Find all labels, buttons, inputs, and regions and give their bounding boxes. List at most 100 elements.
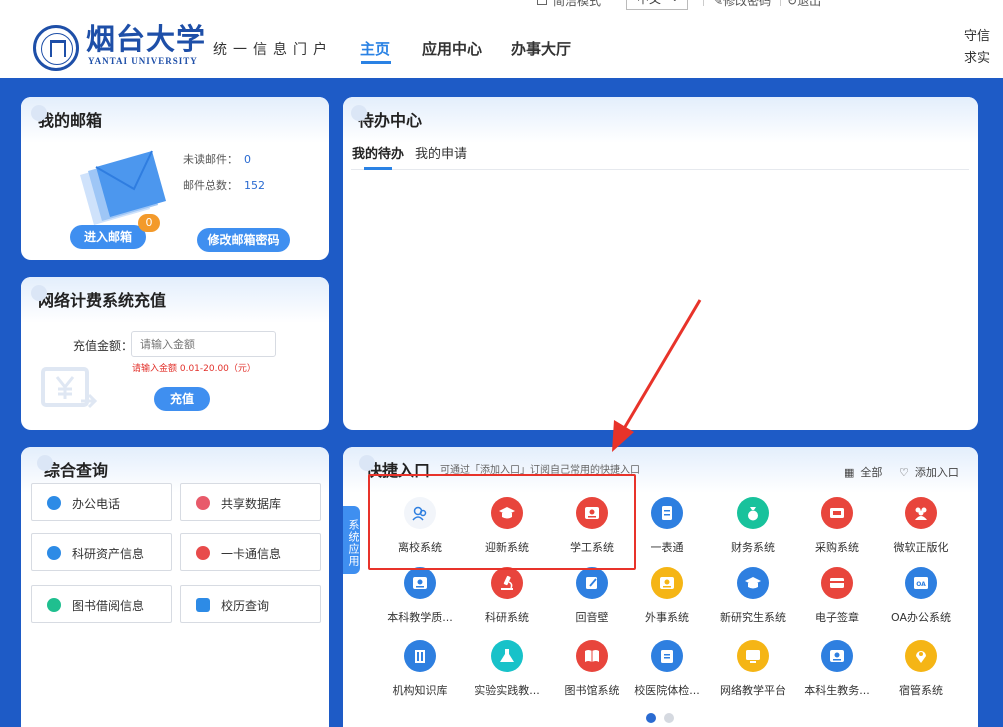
database-icon [196, 496, 210, 510]
all-apps-link[interactable]: ▦ 全部 [844, 464, 882, 480]
query-library-borrowing[interactable]: 图书借阅信息 [31, 585, 172, 623]
recharge-icon [41, 367, 97, 409]
app-label: 本科教学质... [387, 611, 453, 624]
users-icon [905, 497, 937, 529]
total-count: 邮件总数： 152 [183, 179, 265, 192]
logo-english: YANTAI UNIVERSITY [88, 56, 198, 66]
app-label: 实验实践教... [474, 684, 540, 697]
oa-icon: OA [905, 567, 937, 599]
query-campus-card[interactable]: 一卡通信息 [180, 533, 321, 571]
book-icon [47, 598, 61, 612]
app-label: 采购系统 [815, 541, 859, 554]
book-icon [576, 640, 608, 672]
app-label: 外事系统 [645, 611, 689, 624]
university-seal-icon [33, 25, 79, 71]
app-tile[interactable]: 外事系统 [625, 567, 709, 629]
phone-icon [47, 496, 61, 510]
app-label: 图书馆系统 [564, 684, 620, 697]
page-dot-active[interactable] [646, 713, 656, 723]
query-research-assets[interactable]: 科研资产信息 [31, 533, 172, 571]
graduation-cap-icon [737, 567, 769, 599]
recharge-card: 网络计费系统充值 充值金额： 请输入金额 0.01-20.00（元） 充值 [21, 277, 329, 430]
user-icon [47, 546, 61, 560]
query-calendar[interactable]: 校历查询 [180, 585, 321, 623]
money-bag-icon [737, 497, 769, 529]
query-card: 综合查询 办公电话 共享数据库 科研资产信息 一卡通信息 图书借阅信息 校历查询 [21, 447, 329, 727]
app-tile[interactable]: 图书馆系统 [550, 640, 634, 702]
change-password-link[interactable]: ✎修改密码 [713, 0, 771, 8]
edit-icon: ✎ [713, 0, 724, 8]
app-tile[interactable]: 微软正版化 [879, 497, 963, 559]
app-tile[interactable]: 财务系统 [711, 497, 795, 559]
app-tile[interactable]: 新研究生系统 [711, 567, 795, 629]
app-tile[interactable]: 科研系统 [465, 567, 549, 629]
nav-tab-home[interactable]: 主页 [360, 38, 390, 59]
id-card-icon [404, 567, 436, 599]
add-entry-link[interactable]: ♡ 添加入口 [899, 464, 959, 480]
app-tile[interactable]: 电子签章 [795, 567, 879, 629]
tab-my-applications[interactable]: 我的申请 [415, 143, 467, 162]
divider [351, 169, 969, 170]
app-label: OA办公系统 [891, 611, 951, 624]
location-icon [905, 640, 937, 672]
app-label: 微软正版化 [893, 541, 949, 554]
app-tile[interactable]: 回音壁 [550, 567, 634, 629]
page-dot[interactable] [664, 713, 674, 723]
highlight-box [368, 474, 636, 570]
simple-mode-link[interactable]: 简洁模式 [537, 0, 601, 8]
main-content: 我的邮箱 未读邮件： 0 邮件总数： 152 进入邮箱 0 修改邮箱密码 网络计费系… [0, 78, 1003, 727]
app-label: 网络教学平台 [720, 684, 786, 697]
calendar-icon [196, 598, 210, 612]
app-tile[interactable]: 机构知识库 [378, 640, 462, 702]
amount-label: 充值金额： [73, 339, 134, 353]
divider [780, 0, 781, 6]
logout-icon: ↻ [787, 0, 798, 8]
app-tile[interactable]: 本科教学质... [378, 567, 462, 629]
site-header: 烟台大学 YANTAI UNIVERSITY 统一信息门户 主页 应用中心 办事… [0, 10, 1003, 78]
app-tile[interactable]: 一表通 [625, 497, 709, 559]
edit-icon [576, 567, 608, 599]
logout-link[interactable]: ↻退出 [787, 0, 821, 8]
recharge-button[interactable]: 充值 [154, 387, 210, 411]
query-shared-database[interactable]: 共享数据库 [180, 483, 321, 521]
svg-text:OA: OA [916, 581, 926, 588]
app-tile[interactable]: 采购系统 [795, 497, 879, 559]
app-label: 财务系统 [731, 541, 775, 554]
language-select[interactable]: 中文⌄ [626, 0, 688, 10]
monitor-icon [737, 640, 769, 672]
enter-mailbox-button[interactable]: 进入邮箱 [70, 225, 146, 249]
tab-my-todo[interactable]: 我的待办 [352, 143, 404, 162]
app-label: 校医院体检... [634, 684, 700, 697]
app-tile[interactable]: 校医院体检... [625, 640, 709, 702]
card-title: 待办中心 [350, 105, 422, 131]
app-tile[interactable]: 网络教学平台 [711, 640, 795, 702]
app-tile[interactable]: 宿管系统 [879, 640, 963, 702]
nav-tab-app-center[interactable]: 应用中心 [422, 38, 482, 59]
query-office-phone[interactable]: 办公电话 [31, 483, 172, 521]
app-tile[interactable]: OA OA办公系统 [879, 567, 963, 629]
logo-text: 烟台大学 [86, 22, 207, 56]
heart-icon: ♡ [899, 466, 909, 479]
expand-icon [537, 0, 547, 5]
annotation-arrow [612, 299, 702, 452]
top-utility-bar: 简洁模式 中文⌄ ✎修改密码 ↻退出 [0, 0, 1003, 10]
app-tile[interactable]: 本科生教务... [795, 640, 879, 702]
card-title: 网络计费系统充值 [30, 285, 166, 311]
change-mail-password-button[interactable]: 修改邮箱密码 [197, 228, 290, 252]
app-label: 宿管系统 [899, 684, 943, 697]
cart-icon [821, 497, 853, 529]
amount-input[interactable] [131, 331, 276, 357]
motto: 守信求实 [964, 29, 991, 66]
card-icon [821, 567, 853, 599]
app-label: 科研系统 [485, 611, 529, 624]
chevron-down-icon: ⌄ [671, 0, 679, 6]
clipboard-icon [651, 640, 683, 672]
nav-tab-service-hall[interactable]: 办事大厅 [511, 38, 571, 59]
microscope-icon [491, 567, 523, 599]
app-tile[interactable]: 实验实践教... [465, 640, 549, 702]
system-apps-tab[interactable]: 系统应用 [343, 506, 360, 574]
flask-icon [491, 640, 523, 672]
portal-title: 统一信息门户 [213, 42, 333, 58]
app-label: 本科生教务... [804, 684, 870, 697]
app-label: 新研究生系统 [720, 611, 786, 624]
